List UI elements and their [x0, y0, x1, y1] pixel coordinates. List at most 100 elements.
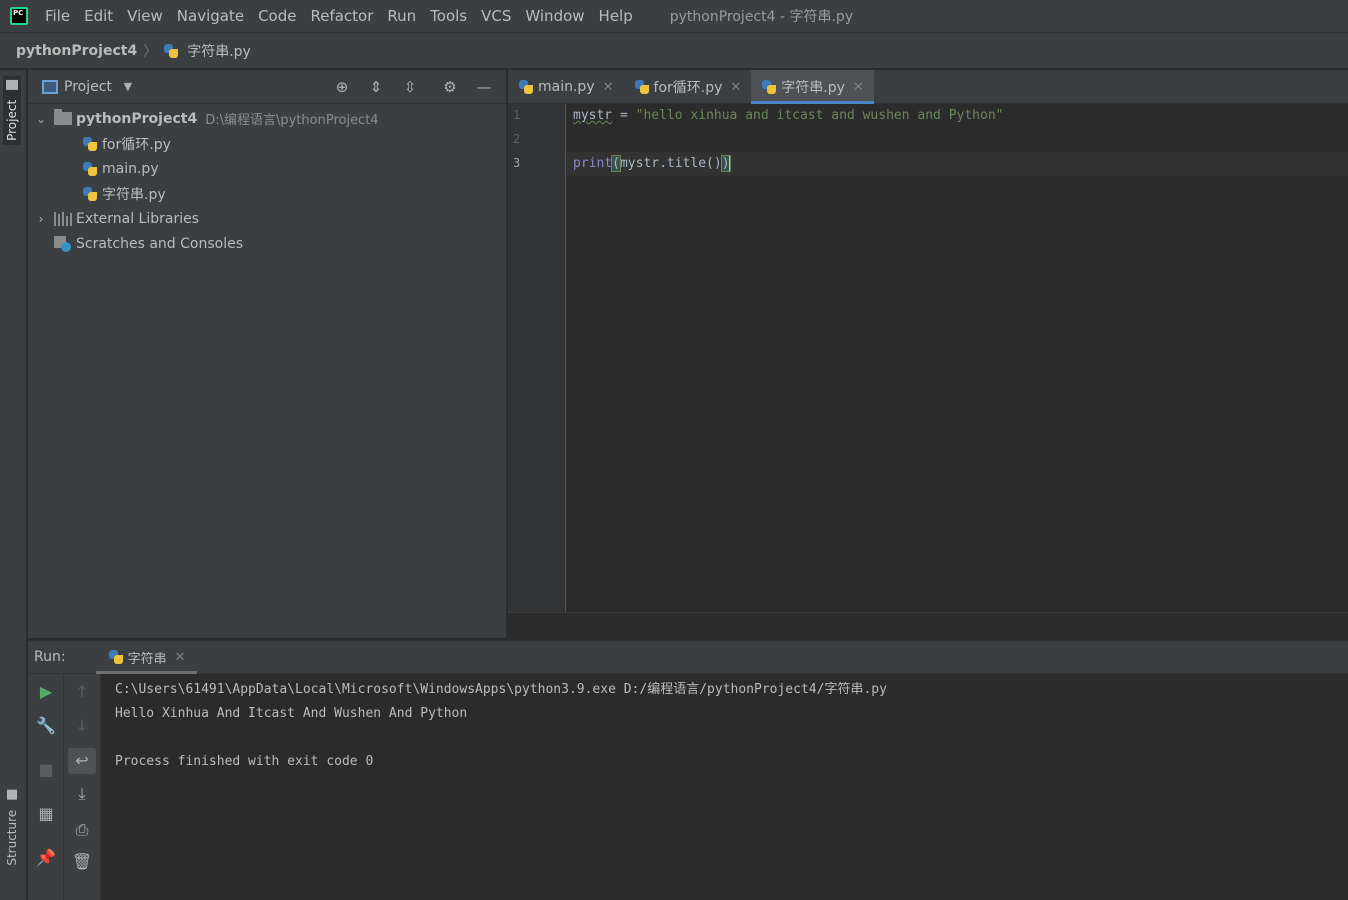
project-view-selector[interactable]: Project	[64, 79, 112, 95]
menu-code[interactable]: Code	[258, 7, 296, 25]
menu-window[interactable]: Window	[525, 7, 584, 25]
scratches-icon	[54, 235, 72, 252]
run-panel-header: Run: 字符串 ✕	[28, 640, 1348, 674]
run-tab[interactable]: 字符串 ✕	[95, 640, 198, 674]
project-tool-tab-label: Project	[5, 99, 19, 141]
tree-external-libraries-label: External Libraries	[76, 210, 199, 227]
close-icon[interactable]: ✕	[175, 650, 186, 665]
chevron-down-icon[interactable]: ▼	[120, 79, 136, 95]
expand-all-icon[interactable]: ⇕	[368, 79, 384, 95]
tab-main-py[interactable]: main.py ✕	[508, 70, 624, 104]
console-line: Process finished with exit code 0	[115, 754, 374, 769]
tree-file-label: main.py	[102, 160, 159, 177]
trash-icon[interactable]: 🗑	[72, 852, 92, 872]
arrow-up-icon[interactable]: ↑	[72, 682, 92, 702]
layout-icon[interactable]: ▦	[36, 804, 56, 824]
chevron-down-icon[interactable]: ⌄	[34, 112, 48, 126]
menu-vcs[interactable]: VCS	[481, 7, 511, 25]
tree-external-libraries[interactable]: › External Libraries	[28, 206, 506, 231]
menu-run[interactable]: Run	[387, 7, 416, 25]
menu-file[interactable]: File	[45, 7, 70, 25]
tree-root[interactable]: ⌄ pythonProject4 D:\编程语言\pythonProject4	[28, 106, 506, 131]
soft-wrap-icon[interactable]: ↩	[68, 748, 96, 774]
run-toolbar-secondary: ↑ ↓ ↩ ⤓ ⎙ 🗑	[64, 674, 101, 900]
editor-horizontal-scrollbar[interactable]	[508, 612, 1348, 638]
tab-label: 字符串.py	[781, 80, 845, 96]
run-tab-label: 字符串	[127, 651, 167, 667]
run-toolbar-primary: ▶ 🔧 ■ ▦ 📌	[28, 674, 64, 900]
line-number: 2	[513, 132, 521, 146]
close-icon[interactable]: ✕	[730, 80, 741, 95]
left-tool-strip: Project Structure	[0, 70, 27, 900]
library-icon	[54, 211, 72, 226]
pin-icon[interactable]: 📌	[36, 848, 56, 868]
structure-tool-tab-label: Structure	[5, 809, 19, 866]
close-icon[interactable]: ✕	[603, 80, 614, 95]
code-line-3: print(mystr.title())	[573, 152, 731, 176]
code-token-variable: mystr	[573, 108, 613, 123]
breadcrumb-project[interactable]: pythonProject4	[16, 43, 137, 59]
code-token-expression: mystr.title()	[619, 156, 722, 171]
tab-label: for循环.py	[653, 80, 723, 96]
python-file-icon	[634, 79, 650, 95]
menu-navigate[interactable]: Navigate	[177, 7, 244, 25]
menu-bar: PC File Edit View Navigate Code Refactor…	[0, 0, 1348, 33]
folder-icon	[6, 80, 18, 90]
breadcrumb-file[interactable]: 字符串.py	[163, 41, 251, 61]
tree-root-label: pythonProject4	[76, 110, 198, 127]
tab-for-loop-py[interactable]: for循环.py ✕	[624, 70, 752, 104]
close-icon[interactable]: ✕	[853, 80, 864, 95]
structure-icon	[7, 790, 17, 800]
tree-file-label: for循环.py	[102, 136, 171, 153]
python-file-icon	[82, 186, 98, 202]
project-panel: Project ▼ ⊕ ⇕ ⇳ ⚙ — ⌄ pythonProject4 D:\…	[28, 70, 507, 638]
tab-string-py[interactable]: 字符串.py ✕	[751, 70, 874, 104]
run-console[interactable]: C:\Users\61491\AppData\Local\Microsoft\W…	[101, 674, 1348, 900]
code-editor[interactable]: mystr = "hello xinhua and itcast and wus…	[567, 104, 1348, 612]
python-file-icon	[163, 43, 179, 59]
editor-gutter: 1 2 3	[508, 104, 566, 612]
menu-tools[interactable]: Tools	[430, 7, 467, 25]
collapse-all-icon[interactable]: ⇳	[402, 79, 418, 95]
structure-tool-tab[interactable]: Structure	[5, 790, 19, 866]
python-file-icon	[761, 79, 777, 95]
tab-label: main.py	[538, 79, 595, 95]
stop-icon[interactable]: ■	[36, 760, 56, 780]
tree-file-string[interactable]: 字符串.py	[28, 181, 506, 206]
project-view-icon	[42, 79, 58, 94]
tree-file-for-loop[interactable]: for循环.py	[28, 131, 506, 156]
window-title: pythonProject4 - 字符串.py	[669, 9, 854, 25]
rerun-icon[interactable]: ▶	[36, 682, 56, 702]
wrench-icon[interactable]: 🔧	[36, 716, 56, 736]
code-token-paren: (	[611, 155, 621, 172]
code-line-1: mystr = "hello xinhua and itcast and wus…	[573, 104, 1003, 128]
menu-refactor[interactable]: Refactor	[310, 7, 373, 25]
print-icon[interactable]: ⎙	[72, 820, 92, 840]
tree-scratches-label: Scratches and Consoles	[76, 235, 243, 252]
gear-icon[interactable]: ⚙	[442, 79, 458, 95]
chevron-right-icon[interactable]: ›	[34, 212, 48, 226]
console-line: C:\Users\61491\AppData\Local\Microsoft\W…	[115, 682, 887, 697]
console-line: Hello Xinhua And Itcast And Wushen And P…	[115, 706, 468, 721]
tree-root-path: D:\编程语言\pythonProject4	[205, 113, 379, 128]
menu-view[interactable]: View	[127, 7, 163, 25]
project-tree: ⌄ pythonProject4 D:\编程语言\pythonProject4 …	[28, 104, 506, 256]
python-file-icon	[82, 161, 98, 177]
line-number: 3	[513, 156, 521, 170]
tree-scratches[interactable]: Scratches and Consoles	[28, 231, 506, 256]
python-file-icon	[518, 79, 534, 95]
python-file-icon	[82, 136, 98, 152]
line-number: 1	[513, 108, 521, 122]
tree-file-main[interactable]: main.py	[28, 156, 506, 181]
project-tool-tab[interactable]: Project	[3, 76, 21, 145]
breadcrumb-separator-icon: 〉	[143, 43, 158, 60]
folder-icon	[54, 109, 72, 125]
menu-help[interactable]: Help	[599, 7, 633, 25]
breadcrumb: pythonProject4 〉 字符串.py	[0, 33, 1348, 69]
arrow-down-icon[interactable]: ↓	[72, 716, 92, 736]
locate-file-icon[interactable]: ⊕	[334, 79, 350, 95]
hide-panel-icon[interactable]: —	[476, 79, 492, 95]
scroll-to-end-icon[interactable]: ⤓	[72, 784, 92, 804]
menu-edit[interactable]: Edit	[84, 7, 113, 25]
